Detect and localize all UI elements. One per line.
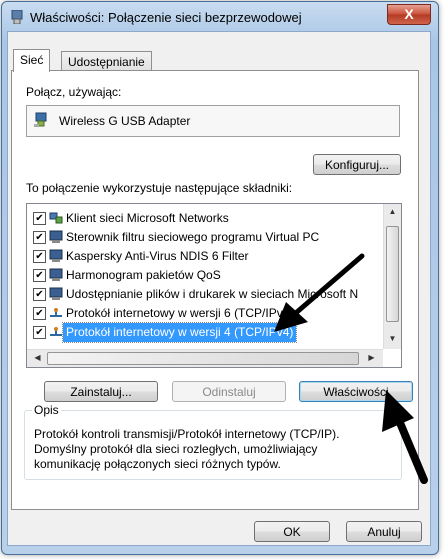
tab-sharing-label: Udostępnianie — [68, 55, 145, 69]
checkbox[interactable]: ✔ — [33, 212, 46, 225]
protocol-icon — [50, 327, 62, 336]
network-service-icon — [49, 268, 63, 281]
scroll-right-icon[interactable]: ▶ — [363, 353, 380, 362]
components-list[interactable]: ✔ Klient sieci Microsoft Networks ✔ Ster… — [26, 203, 402, 368]
description-line: Protokół kontroli transmisji/Protokół in… — [34, 427, 340, 441]
network-client-icon — [49, 212, 63, 224]
install-button[interactable]: Zainstaluj... — [44, 381, 158, 402]
scrollbar-thumb[interactable] — [47, 352, 359, 365]
network-service-icon — [49, 230, 63, 243]
list-item[interactable]: ✔ Sterownik filtru sieciowego programu V… — [27, 228, 383, 247]
adapter-box: Wireless G USB Adapter — [26, 105, 400, 137]
network-service-icon — [49, 287, 63, 300]
list-item-label: Protokół internetowy w wersji 4 (TCP/IPv… — [61, 322, 298, 343]
close-icon: X — [404, 6, 414, 22]
list-item-label: Udostępnianie plików i drukarek w siecia… — [66, 287, 359, 301]
checkbox[interactable]: ✔ — [33, 231, 46, 244]
network-adapter-icon — [11, 10, 23, 24]
list-item-selected[interactable]: ✔ Protokół internetowy w wersji 4 (TCP/I… — [27, 322, 383, 343]
network-service-icon — [49, 249, 63, 262]
properties-button[interactable]: Właściwości — [299, 381, 413, 402]
description-text: Protokół kontroli transmisji/Protokół in… — [34, 427, 394, 472]
list-item-label: Klient sieci Microsoft Networks — [66, 211, 229, 225]
vertical-scrollbar[interactable]: ▲ ▼ — [383, 204, 401, 349]
tab-sharing[interactable]: Udostępnianie — [61, 51, 152, 72]
list-item-label: Harmonogram pakietów QoS — [66, 268, 221, 282]
checkbox[interactable]: ✔ — [33, 269, 46, 282]
checkbox[interactable]: ✔ — [33, 288, 46, 301]
list-item[interactable]: ✔ Harmonogram pakietów QoS — [27, 266, 383, 285]
ok-button[interactable]: OK — [254, 521, 330, 542]
adapter-name: Wireless G USB Adapter — [59, 114, 191, 128]
list-item[interactable]: ✔ Protokół internetowy w wersji 6 (TCP/I… — [27, 304, 383, 323]
components-label: To połączenie wykorzystuje następujące s… — [26, 181, 293, 195]
description-line: Domyślny protokół dla sieci rozległych, … — [34, 442, 318, 456]
scroll-up-icon[interactable]: ▲ — [384, 207, 401, 216]
checkbox[interactable]: ✔ — [33, 326, 46, 339]
horizontal-scrollbar[interactable]: ◀ ▶ — [27, 349, 383, 367]
list-item[interactable]: ✔ Udostępnianie plików i drukarek w siec… — [27, 285, 383, 304]
uninstall-button[interactable]: Odinstaluj — [172, 381, 286, 402]
title-bar[interactable]: Właściwości: Połączenie sieci bezprzewod… — [2, 2, 438, 32]
checkbox[interactable]: ✔ — [33, 307, 46, 320]
usb-adapter-icon — [34, 112, 47, 127]
window-title: Właściwości: Połączenie sieci bezprzewod… — [30, 10, 302, 25]
list-item[interactable]: ✔ Kaspersky Anti-Virus NDIS 6 Filter — [27, 247, 383, 266]
description-line: komunikację połączonych sieci różnych ty… — [34, 457, 281, 471]
configure-button[interactable]: Konfiguruj... — [313, 154, 401, 175]
tab-network-label: Sieć — [20, 53, 44, 67]
list-item-label: Protokół internetowy w wersji 6 (TCP/IPv… — [66, 306, 294, 320]
scroll-down-icon[interactable]: ▼ — [384, 334, 401, 343]
list-item-label: Sterownik filtru sieciowego programu Vir… — [66, 230, 320, 244]
list-item-label: Kaspersky Anti-Virus NDIS 6 Filter — [66, 249, 249, 263]
scroll-left-icon[interactable]: ◀ — [29, 353, 46, 362]
scrollbar-thumb[interactable] — [386, 226, 399, 322]
close-button[interactable]: X — [387, 4, 431, 25]
tab-network[interactable]: Sieć — [13, 49, 51, 72]
connect-using-label: Połącz, używając: — [26, 85, 122, 99]
cancel-button[interactable]: Anuluj — [346, 521, 422, 542]
checkbox[interactable]: ✔ — [33, 250, 46, 263]
description-group-label: Opis — [32, 403, 61, 417]
protocol-icon — [50, 308, 62, 317]
list-item[interactable]: ✔ Klient sieci Microsoft Networks — [27, 209, 383, 228]
